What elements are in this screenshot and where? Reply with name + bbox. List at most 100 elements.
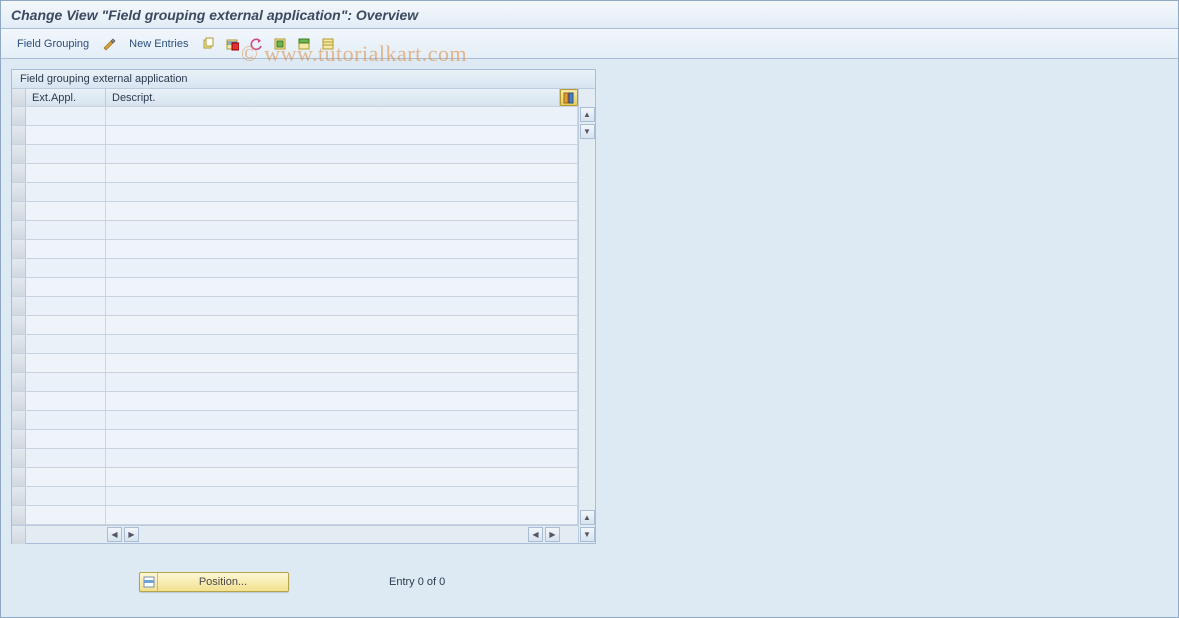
cell-ext-appl[interactable]: [26, 430, 106, 448]
field-grouping-button[interactable]: Field Grouping: [11, 36, 95, 52]
row-selector[interactable]: [12, 392, 26, 410]
row-selector[interactable]: [12, 506, 26, 524]
row-selector[interactable]: [12, 278, 26, 296]
grid-body: [12, 107, 578, 525]
hscroll-right-icon[interactable]: ▶: [545, 527, 560, 542]
cell-descript[interactable]: [106, 107, 578, 125]
row-selector-header[interactable]: [12, 89, 26, 106]
row-selector[interactable]: [12, 411, 26, 429]
cell-ext-appl[interactable]: [26, 183, 106, 201]
cell-descript[interactable]: [106, 316, 578, 334]
cell-descript[interactable]: [106, 297, 578, 315]
table-row: [12, 183, 578, 202]
cell-ext-appl[interactable]: [26, 259, 106, 277]
row-selector[interactable]: [12, 240, 26, 258]
cell-descript[interactable]: [106, 430, 578, 448]
cell-descript[interactable]: [106, 183, 578, 201]
row-selector[interactable]: [12, 164, 26, 182]
copy-as-icon[interactable]: [199, 35, 217, 53]
hscroll-step-left-icon[interactable]: ◀: [528, 527, 543, 542]
cell-ext-appl[interactable]: [26, 487, 106, 505]
position-button[interactable]: Position...: [139, 572, 289, 592]
cell-ext-appl[interactable]: [26, 335, 106, 353]
cell-ext-appl[interactable]: [26, 240, 106, 258]
row-selector[interactable]: [12, 183, 26, 201]
new-entries-button[interactable]: New Entries: [123, 36, 194, 52]
row-selector[interactable]: [12, 335, 26, 353]
table-settings-icon[interactable]: [560, 89, 578, 106]
row-selector[interactable]: [12, 107, 26, 125]
cell-descript[interactable]: [106, 240, 578, 258]
row-selector[interactable]: [12, 354, 26, 372]
cell-descript[interactable]: [106, 487, 578, 505]
cell-ext-appl[interactable]: [26, 373, 106, 391]
cell-descript[interactable]: [106, 145, 578, 163]
row-selector[interactable]: [12, 202, 26, 220]
cell-descript[interactable]: [106, 335, 578, 353]
table-row: [12, 373, 578, 392]
column-header-descript[interactable]: Descript.: [106, 89, 560, 106]
cell-descript[interactable]: [106, 373, 578, 391]
cell-ext-appl[interactable]: [26, 164, 106, 182]
cell-descript[interactable]: [106, 278, 578, 296]
column-header-ext-appl[interactable]: Ext.Appl.: [26, 89, 106, 106]
select-all-icon[interactable]: [271, 35, 289, 53]
cell-ext-appl[interactable]: [26, 449, 106, 467]
footer-row: Position... Entry 0 of 0: [11, 572, 1168, 592]
page-title: Change View "Field grouping external app…: [11, 7, 1168, 23]
row-selector[interactable]: [12, 468, 26, 486]
cell-descript[interactable]: [106, 468, 578, 486]
row-selector[interactable]: [12, 430, 26, 448]
cell-descript[interactable]: [106, 164, 578, 182]
row-selector[interactable]: [12, 221, 26, 239]
row-selector[interactable]: [12, 487, 26, 505]
cell-descript[interactable]: [106, 354, 578, 372]
table-row: [12, 240, 578, 259]
cell-ext-appl[interactable]: [26, 392, 106, 410]
cell-descript[interactable]: [106, 449, 578, 467]
cell-descript[interactable]: [106, 392, 578, 410]
hscroll-step-right-icon[interactable]: ▶: [124, 527, 139, 542]
table-row: [12, 297, 578, 316]
row-selector[interactable]: [12, 259, 26, 277]
cell-ext-appl[interactable]: [26, 202, 106, 220]
row-selector[interactable]: [12, 145, 26, 163]
cell-ext-appl[interactable]: [26, 145, 106, 163]
cell-ext-appl[interactable]: [26, 506, 106, 524]
cell-ext-appl[interactable]: [26, 316, 106, 334]
select-block-icon[interactable]: [295, 35, 313, 53]
table-row: [12, 392, 578, 411]
table-row: [12, 430, 578, 449]
cell-descript[interactable]: [106, 221, 578, 239]
row-selector[interactable]: [12, 373, 26, 391]
vscroll-up-icon[interactable]: ▲: [580, 107, 595, 122]
cell-ext-appl[interactable]: [26, 107, 106, 125]
hscroll-left-icon[interactable]: ◀: [107, 527, 122, 542]
vscroll-down-icon[interactable]: ▼: [580, 527, 595, 542]
cell-descript[interactable]: [106, 126, 578, 144]
vscroll-page-up-icon[interactable]: ▲: [580, 510, 595, 525]
row-selector[interactable]: [12, 316, 26, 334]
toggle-change-icon[interactable]: [100, 35, 118, 53]
cell-ext-appl[interactable]: [26, 297, 106, 315]
deselect-all-icon[interactable]: [319, 35, 337, 53]
table-row: [12, 221, 578, 240]
cell-ext-appl[interactable]: [26, 221, 106, 239]
cell-descript[interactable]: [106, 259, 578, 277]
cell-descript[interactable]: [106, 411, 578, 429]
row-selector[interactable]: [12, 126, 26, 144]
cell-ext-appl[interactable]: [26, 278, 106, 296]
table-row: [12, 202, 578, 221]
cell-ext-appl[interactable]: [26, 411, 106, 429]
delete-icon[interactable]: [223, 35, 241, 53]
cell-descript[interactable]: [106, 506, 578, 524]
cell-ext-appl[interactable]: [26, 354, 106, 372]
row-selector[interactable]: [12, 297, 26, 315]
vscroll-page-down-icon[interactable]: ▼: [580, 124, 595, 139]
cell-descript[interactable]: [106, 202, 578, 220]
cell-ext-appl[interactable]: [26, 468, 106, 486]
position-label: Position...: [158, 576, 288, 588]
cell-ext-appl[interactable]: [26, 126, 106, 144]
undo-change-icon[interactable]: [247, 35, 265, 53]
row-selector[interactable]: [12, 449, 26, 467]
